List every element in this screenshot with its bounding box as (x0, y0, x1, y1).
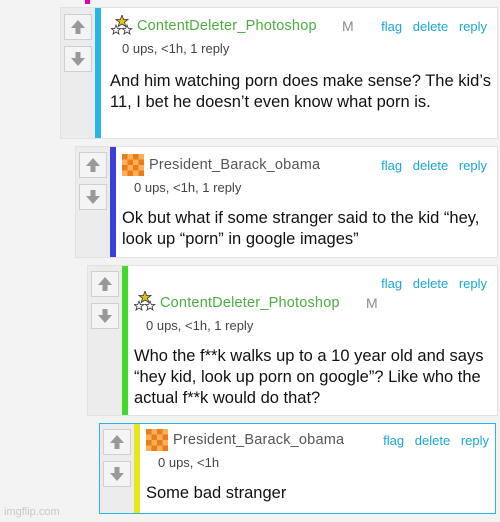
comment-3: flag delete reply ContentDeleter_Photosh… (87, 265, 498, 416)
reply-link[interactable]: reply (459, 276, 487, 291)
comment-2: President_Barack_obama flag delete reply… (75, 146, 498, 258)
mod-badge: M (342, 18, 354, 34)
upvote-button[interactable] (79, 152, 107, 178)
stars-avatar-icon (133, 289, 156, 313)
comment-meta: 0 ups, <1h (158, 455, 220, 470)
comment-actions: flag delete reply (381, 19, 487, 34)
orange-checker-avatar-icon (122, 154, 144, 176)
orange-checker-avatar-icon (146, 429, 168, 451)
vote-column (61, 8, 95, 138)
comment-1: ContentDeleter_Photoshop M flag delete r… (60, 7, 498, 139)
comment-meta: 0 ups, <1h, 1 reply (146, 318, 254, 333)
thread-accent-bar (110, 147, 116, 257)
delete-link[interactable]: delete (413, 158, 448, 173)
flag-link[interactable]: flag (381, 158, 402, 173)
arrow-down-icon (98, 309, 112, 323)
comment-body: Ok but what if some stranger said to the… (122, 209, 480, 248)
arrow-down-icon (110, 467, 124, 481)
upvote-button[interactable] (64, 14, 92, 40)
vote-column (88, 266, 122, 415)
comment-4: President_Barack_obama flag delete reply… (99, 423, 496, 514)
top-accent-strip (85, 0, 90, 4)
username[interactable]: ContentDeleter_Photoshop (137, 18, 317, 34)
downvote-button[interactable] (64, 46, 92, 72)
username[interactable]: ContentDeleter_Photoshop (160, 295, 340, 311)
watermark: imgflip.com (4, 506, 60, 518)
mod-badge: M (366, 295, 378, 311)
arrow-up-icon (110, 435, 124, 449)
thread-accent-bar (134, 424, 140, 513)
comment-body: Who the f**k walks up to a 10 year old a… (134, 347, 484, 407)
arrow-up-icon (71, 20, 85, 34)
arrow-down-icon (71, 52, 85, 66)
arrow-down-icon (86, 190, 100, 204)
username[interactable]: President_Barack_obama (173, 432, 344, 448)
comment-meta: 0 ups, <1h, 1 reply (122, 41, 230, 56)
delete-link[interactable]: delete (413, 276, 448, 291)
upvote-button[interactable] (91, 271, 119, 297)
comment-actions: flag delete reply (381, 158, 487, 173)
downvote-button[interactable] (79, 184, 107, 210)
downvote-button[interactable] (91, 303, 119, 329)
thread-accent-bar (95, 8, 101, 138)
reply-link[interactable]: reply (461, 433, 489, 448)
thread-accent-bar (122, 266, 128, 415)
comment-body: And him watching porn does make sense? T… (110, 72, 491, 111)
arrow-up-icon (86, 158, 100, 172)
reply-link[interactable]: reply (459, 19, 487, 34)
comment-meta: 0 ups, <1h, 1 reply (134, 180, 242, 195)
arrow-up-icon (98, 277, 112, 291)
delete-link[interactable]: delete (413, 19, 448, 34)
comment-actions: flag delete reply (383, 433, 489, 448)
flag-link[interactable]: flag (383, 433, 404, 448)
delete-link[interactable]: delete (415, 433, 450, 448)
stars-avatar-icon (110, 13, 133, 37)
comment-body: Some bad stranger (146, 484, 287, 502)
vote-column (76, 147, 110, 257)
reply-link[interactable]: reply (459, 158, 487, 173)
vote-column (100, 424, 134, 513)
upvote-button[interactable] (103, 429, 131, 455)
downvote-button[interactable] (103, 461, 131, 487)
flag-link[interactable]: flag (381, 276, 402, 291)
flag-link[interactable]: flag (381, 19, 402, 34)
comment-actions: flag delete reply (381, 276, 487, 291)
username[interactable]: President_Barack_obama (149, 157, 320, 173)
